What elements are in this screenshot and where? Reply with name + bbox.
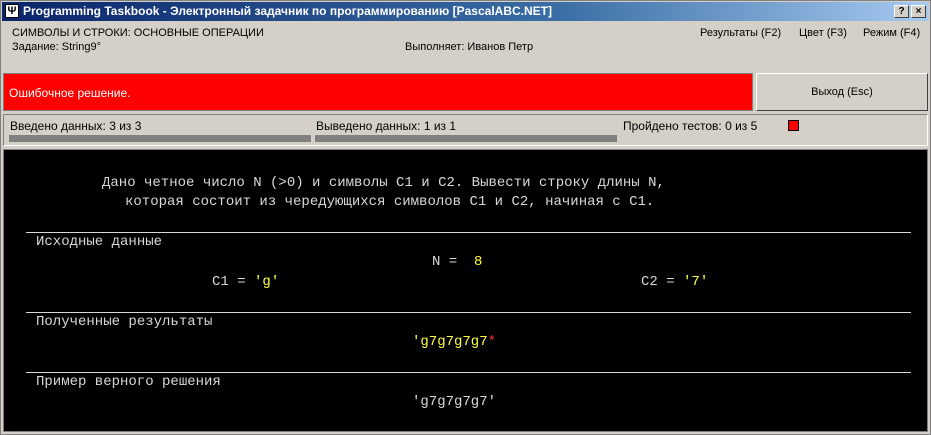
tests-count: Пройдено тестов: 0 из 5 — [623, 119, 758, 133]
task-name: Задание: String9° — [12, 41, 101, 53]
divider — [26, 372, 911, 373]
stats-panel: Введено данных: 3 из 3 Выведено данных: … — [3, 114, 928, 146]
window-title: Programming Taskbook - Электронный задач… — [23, 4, 552, 18]
example-value-line: 'g7g7g7g7' — [412, 394, 497, 410]
section-example-title: Пример верного решения — [36, 374, 221, 390]
output-count: Выведено данных: 1 из 1 — [316, 119, 457, 133]
menu-results[interactable]: Результаты (F2) — [700, 27, 781, 39]
divider — [26, 232, 911, 233]
task-console: Дано четное число N (>0) и символы C1 и … — [3, 149, 928, 432]
task-header: СИМВОЛЫ И СТРОКИ: ОСНОВНЫЕ ОПЕРАЦИИ Зада… — [2, 22, 929, 68]
input-progress-bar — [9, 135, 311, 142]
exit-button[interactable]: Выход (Esc) — [756, 73, 928, 111]
test-status-indicator — [788, 120, 799, 131]
task-group: СИМВОЛЫ И СТРОКИ: ОСНОВНЫЕ ОПЕРАЦИИ — [12, 27, 264, 39]
n-value-line: N = 8 — [432, 254, 483, 270]
app-icon: Ψ — [5, 4, 19, 18]
status-message: Ошибочное решение. — [9, 86, 131, 100]
title-bar[interactable]: Ψ Programming Taskbook - Электронный зад… — [2, 2, 929, 21]
menu-mode[interactable]: Режим (F4) — [863, 27, 920, 39]
status-panel: Ошибочное решение. — [3, 73, 753, 111]
section-results-title: Полученные результаты — [36, 314, 213, 330]
task-description-line-2: которая состоит из чередующихся символов… — [125, 194, 655, 210]
c2-value-line: C2 = '7' — [641, 274, 709, 290]
c1-value-line: C1 = 'g' — [212, 274, 280, 290]
result-value-line: 'g7g7g7g7* — [412, 334, 497, 350]
performer: Выполняет: Иванов Петр — [405, 41, 534, 53]
main-window: Ψ Programming Taskbook - Электронный зад… — [0, 0, 931, 435]
menu-color[interactable]: Цвет (F3) — [799, 27, 847, 39]
divider — [26, 312, 911, 313]
input-count: Введено данных: 3 из 3 — [10, 119, 142, 133]
task-description-line-1: Дано четное число N (>0) и символы C1 и … — [102, 175, 665, 191]
section-input-title: Исходные данные — [36, 234, 163, 250]
close-button[interactable]: × — [911, 5, 926, 18]
help-button[interactable]: ? — [894, 5, 909, 18]
output-progress-bar — [315, 135, 617, 142]
